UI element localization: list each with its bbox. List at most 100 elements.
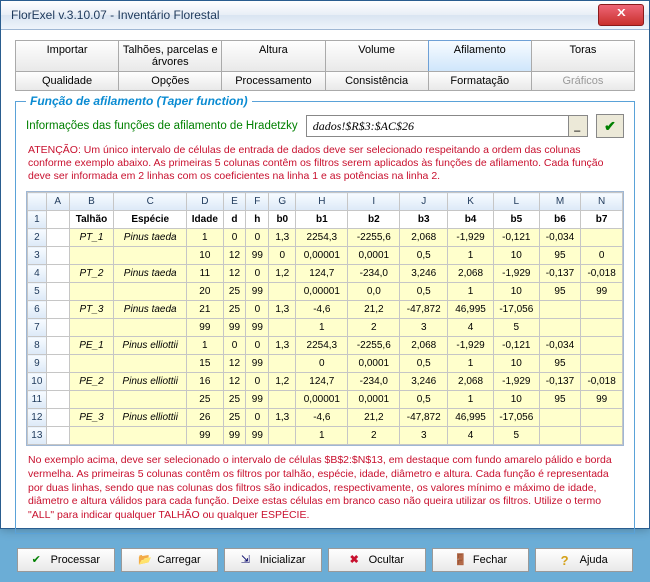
row-5: 5: [28, 283, 47, 301]
cell-r12-c3: 26: [187, 409, 223, 427]
cell-r9-c8: 0,0001: [348, 355, 400, 373]
tab-altura[interactable]: Altura: [221, 40, 325, 72]
cell-r7-c6: [269, 319, 296, 337]
cell-r12-c6: 1,3: [269, 409, 296, 427]
cell-r5-c12: 95: [539, 283, 581, 301]
cell-r12-c12: [539, 409, 581, 427]
cell-A6: [46, 301, 69, 319]
row-1: 1: [28, 211, 47, 229]
cell-r12-c5: 0: [246, 409, 269, 427]
cell-r10-c10: 2,068: [448, 373, 494, 391]
tab-formata-o[interactable]: Formatação: [428, 71, 532, 91]
cell-r13-c10: 4: [448, 427, 494, 445]
cell-r2-c3: 1: [187, 229, 223, 247]
cell-r9-c3: 15: [187, 355, 223, 373]
cell-r4-c13: -0,018: [581, 265, 623, 283]
tab-toras[interactable]: Toras: [531, 40, 635, 72]
cell-A13: [46, 427, 69, 445]
tab-talh-es-parcelas-e-rvores[interactable]: Talhões, parcelas e árvores: [118, 40, 222, 72]
cell-r10-c8: -234,0: [348, 373, 400, 391]
col-C: C: [114, 193, 187, 211]
header-b7: b7: [581, 211, 623, 229]
tab-processamento[interactable]: Processamento: [221, 71, 325, 91]
cell-r3-c13: 0: [581, 247, 623, 265]
row-11: 11: [28, 391, 47, 409]
app-window: FlorExel v.3.10.07 - Inventário Floresta…: [0, 0, 650, 529]
cell-r6-c1: PT_3: [69, 301, 114, 319]
col-G: G: [269, 193, 296, 211]
cell-r10-c4: 12: [223, 373, 246, 391]
load-button[interactable]: Carregar: [121, 548, 219, 572]
cell-r9-c2: [114, 355, 187, 373]
cell-r3-c7: 0,00001: [296, 247, 348, 265]
cell-r8-c6: 1,3: [269, 337, 296, 355]
cell-r8-c2: Pinus elliottii: [114, 337, 187, 355]
process-button[interactable]: Processar: [17, 548, 115, 572]
cell-r10-c5: 0: [246, 373, 269, 391]
cell-r6-c3: 21: [187, 301, 223, 319]
tab-gr-ficos: Gráficos: [531, 71, 635, 91]
tab-importar[interactable]: Importar: [15, 40, 119, 72]
tab-qualidade[interactable]: Qualidade: [15, 71, 119, 91]
cell-r12-c8: 21,2: [348, 409, 400, 427]
cell-r8-c12: -0,034: [539, 337, 581, 355]
tab-op-es[interactable]: Opções: [118, 71, 222, 91]
close-button[interactable]: Fechar: [432, 548, 530, 572]
cell-r4-c8: -234,0: [348, 265, 400, 283]
cell-r6-c9: -47,872: [400, 301, 448, 319]
row-4: 4: [28, 265, 47, 283]
cell-r12-c11: -17,056: [493, 409, 539, 427]
cell-r5-c10: 1: [448, 283, 494, 301]
cell-r13-c6: [269, 427, 296, 445]
cell-r4-c7: 124,7: [296, 265, 348, 283]
cell-A4: [46, 265, 69, 283]
row-6: 6: [28, 301, 47, 319]
cell-r13-c9: 3: [400, 427, 448, 445]
help-button[interactable]: Ajuda: [535, 548, 633, 572]
cell-r2-c13: [581, 229, 623, 247]
cell-r9-c5: 99: [246, 355, 269, 373]
cell-r9-c4: 12: [223, 355, 246, 373]
cell-r11-c12: 95: [539, 391, 581, 409]
header-b6: b6: [539, 211, 581, 229]
cell-r2-c10: -1,929: [448, 229, 494, 247]
cell-r12-c13: [581, 409, 623, 427]
range-input[interactable]: [307, 116, 568, 136]
cell-r11-c8: 0,0001: [348, 391, 400, 409]
cell-r7-c11: 5: [493, 319, 539, 337]
cell-r6-c7: -4,6: [296, 301, 348, 319]
cell-r2-c11: -0,121: [493, 229, 539, 247]
cell-r2-c8: -2255,6: [348, 229, 400, 247]
window-close-button[interactable]: X: [598, 4, 644, 26]
cell-r3-c3: 10: [187, 247, 223, 265]
cell-r11-c10: 1: [448, 391, 494, 409]
hide-button[interactable]: Ocultar: [328, 548, 426, 572]
cell-r13-c7: 1: [296, 427, 348, 445]
cell-r6-c11: -17,056: [493, 301, 539, 319]
col-M: M: [539, 193, 581, 211]
cell-r10-c6: 1,2: [269, 373, 296, 391]
initialize-button[interactable]: Inicializar: [224, 548, 322, 572]
tab-row-top: ImportarTalhões, parcelas e árvoresAltur…: [15, 40, 635, 72]
cell-r7-c12: [539, 319, 581, 337]
example-sheet: ABCDEFGHIJKLMN1TalhãoEspécieIdadedhb0b1b…: [26, 191, 624, 446]
row-3: 3: [28, 247, 47, 265]
cell-r4-c6: 1,2: [269, 265, 296, 283]
client-area: ImportarTalhões, parcelas e árvoresAltur…: [1, 30, 649, 582]
cell-r9-c12: 95: [539, 355, 581, 373]
tab-afilamento[interactable]: Afilamento: [428, 40, 532, 72]
cell-r9-c6: [269, 355, 296, 373]
tab-volume[interactable]: Volume: [325, 40, 429, 72]
cell-r6-c2: Pinus taeda: [114, 301, 187, 319]
cell-r5-c9: 0,5: [400, 283, 448, 301]
cell-r3-c11: 10: [493, 247, 539, 265]
cell-r4-c3: 11: [187, 265, 223, 283]
range-picker-button[interactable]: _: [568, 116, 587, 136]
header-b3: b3: [400, 211, 448, 229]
tab-consist-ncia[interactable]: Consistência: [325, 71, 429, 91]
tab-row-bottom: QualidadeOpçõesProcessamentoConsistência…: [15, 71, 635, 91]
cell-r4-c11: -1,929: [493, 265, 539, 283]
range-confirm-button[interactable]: ✔: [596, 114, 624, 138]
col-A: A: [46, 193, 69, 211]
cell-r5-c1: [69, 283, 114, 301]
